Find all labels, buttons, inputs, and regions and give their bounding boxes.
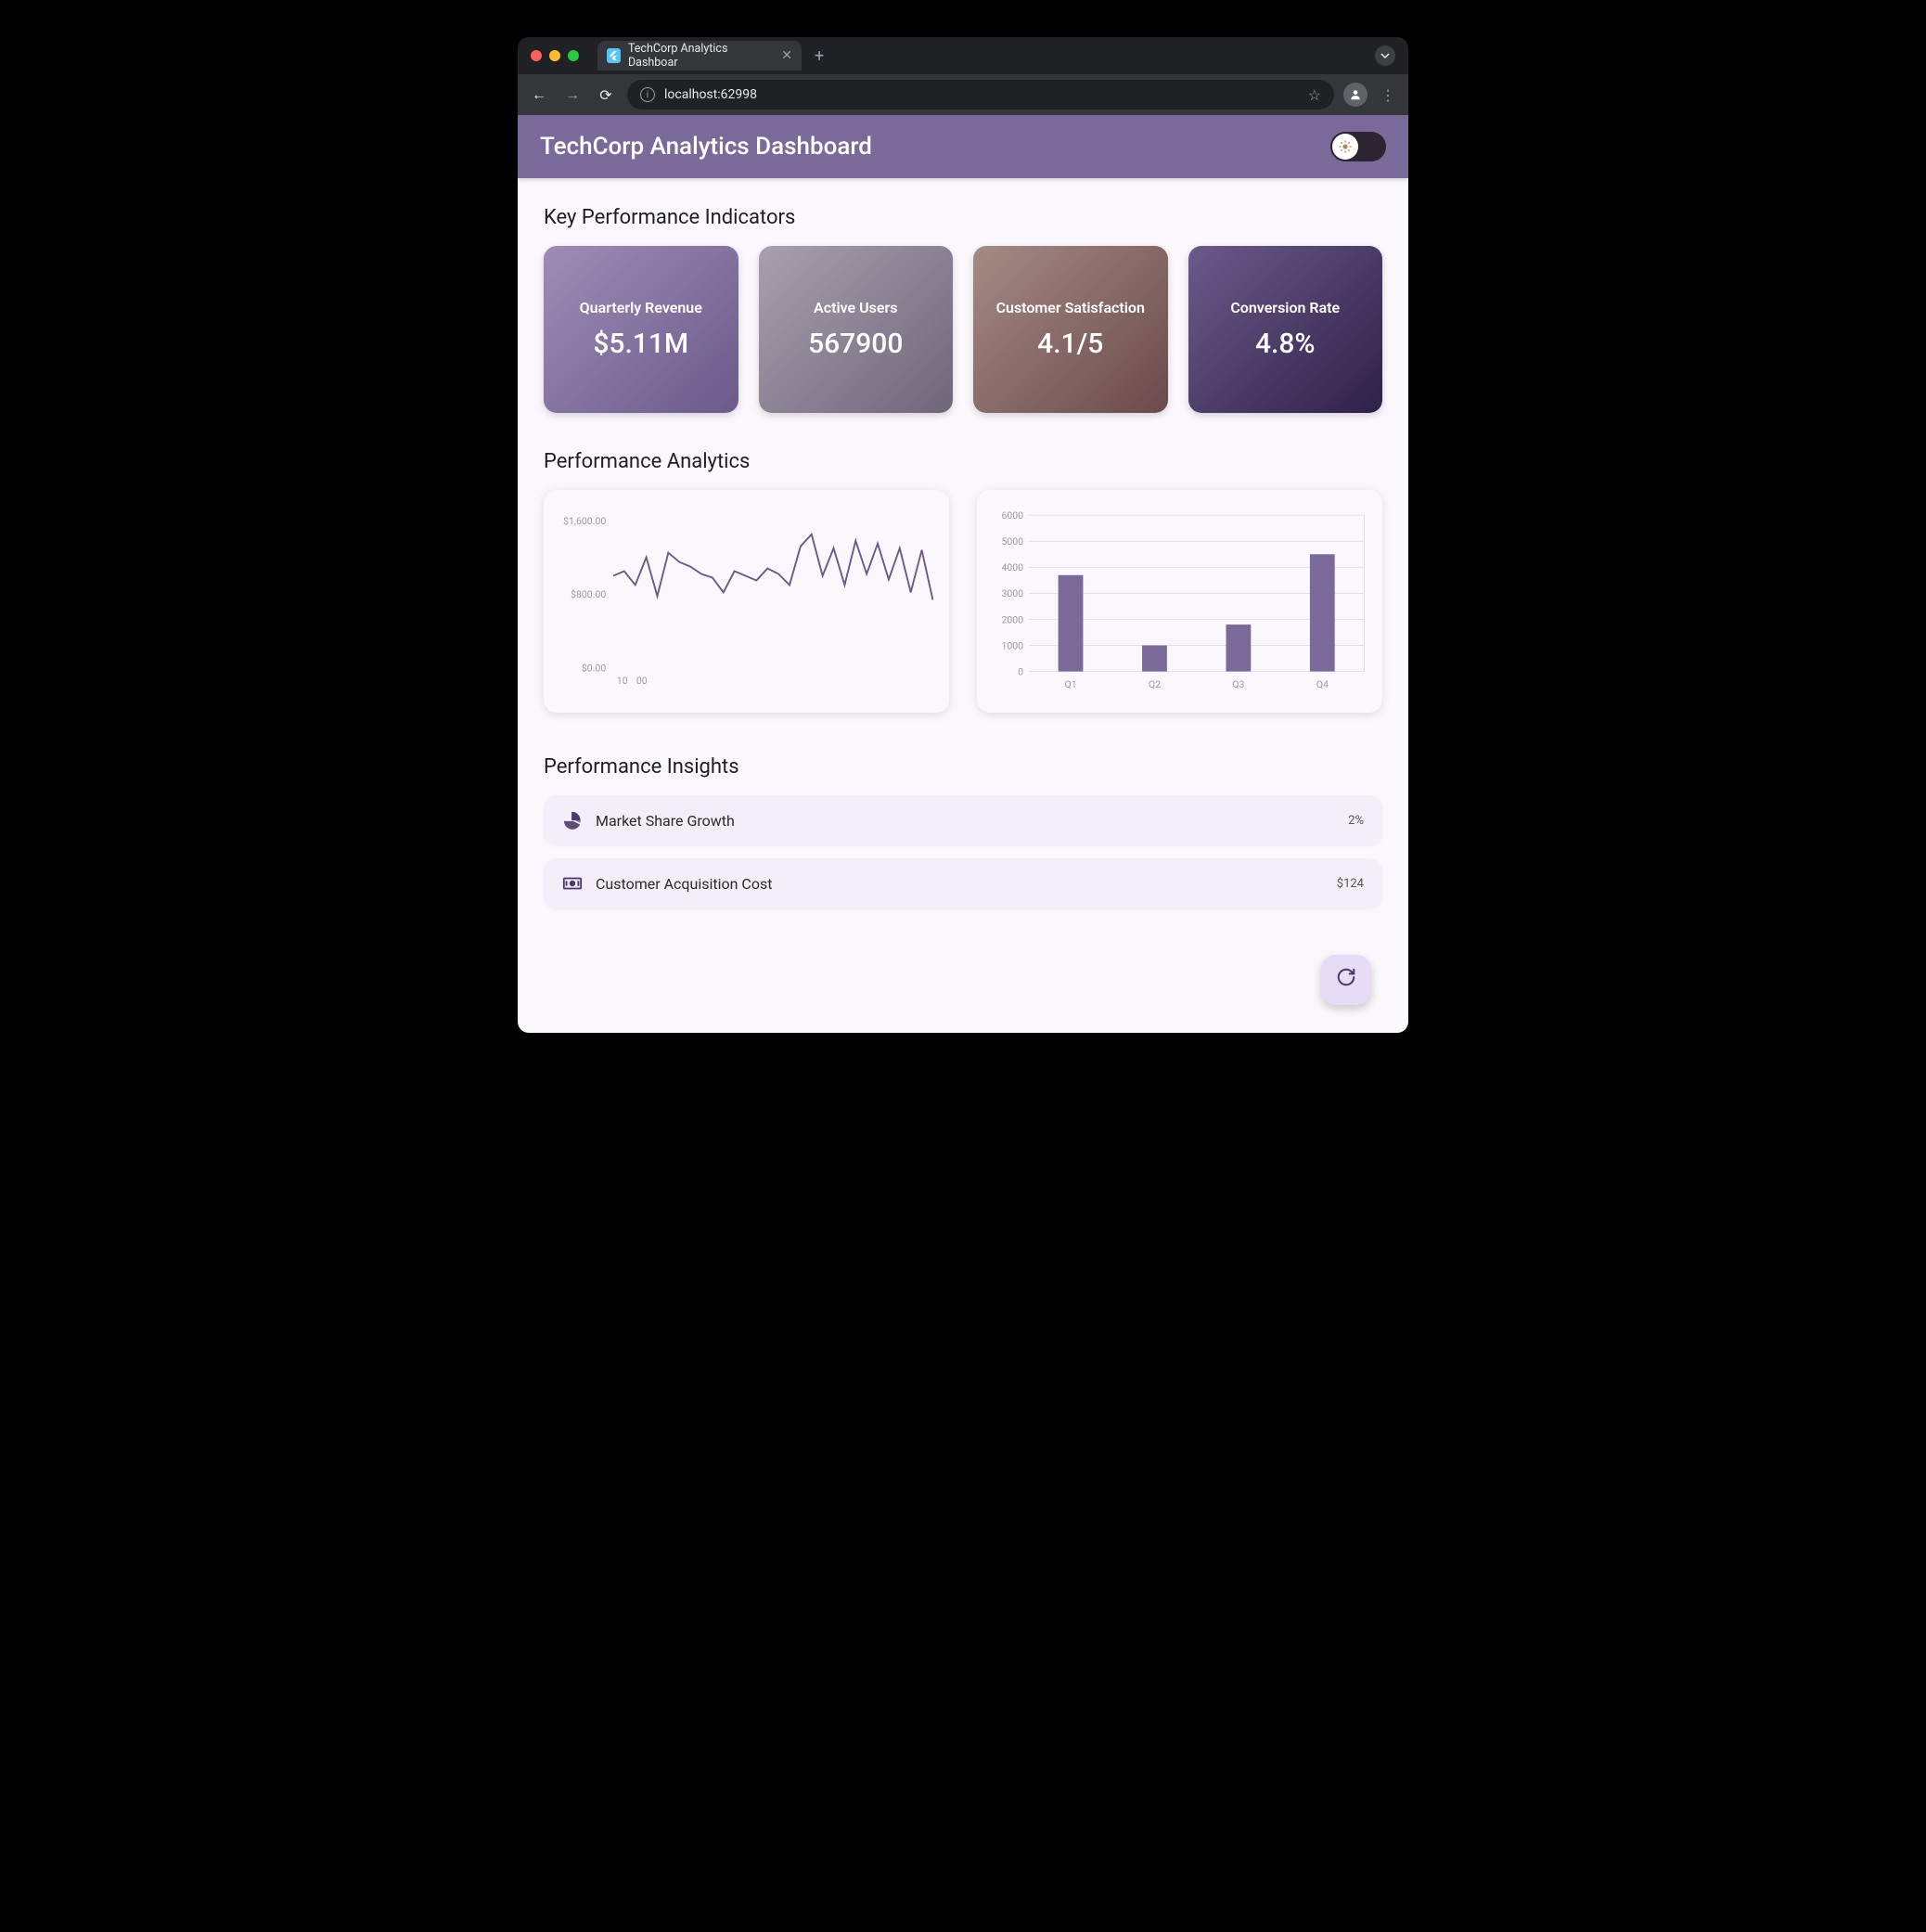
insights-section-title: Performance Insights (544, 755, 1382, 779)
svg-text:3000: 3000 (1001, 587, 1023, 599)
insight-value: $124 (1337, 877, 1364, 891)
analytics-section-title: Performance Analytics (544, 450, 1382, 473)
refresh-fab[interactable] (1321, 955, 1371, 1005)
browser-menu-button[interactable]: ⋮ (1377, 86, 1399, 104)
kpi-card-users[interactable]: Active Users 567900 (759, 246, 954, 413)
svg-text:Q2: Q2 (1149, 678, 1161, 690)
address-bar[interactable]: i localhost:62998 ☆ (627, 80, 1334, 109)
svg-text:00: 00 (636, 675, 648, 687)
refresh-icon (1336, 967, 1356, 993)
insight-value: 2% (1348, 814, 1364, 828)
svg-text:1000: 1000 (1001, 639, 1023, 651)
insight-label: Market Share Growth (596, 812, 1335, 830)
svg-text:0: 0 (1018, 665, 1023, 677)
svg-text:2000: 2000 (1001, 613, 1023, 625)
maximize-window-button[interactable] (568, 50, 579, 61)
tabs-dropdown-button[interactable] (1375, 45, 1395, 66)
back-button[interactable]: ← (527, 85, 551, 104)
browser-toolbar: ← → ⟳ i localhost:62998 ☆ ⋮ (518, 74, 1408, 115)
browser-tab-strip: TechCorp Analytics Dashboar ✕ + (518, 37, 1408, 74)
kpi-label: Conversion Rate (1230, 299, 1340, 318)
kpi-card-conversion[interactable]: Conversion Rate 4.8% (1188, 246, 1383, 413)
kpi-value: 567900 (808, 328, 903, 360)
app-title: TechCorp Analytics Dashboard (540, 133, 1330, 161)
theme-toggle[interactable] (1330, 132, 1386, 161)
svg-text:Q3: Q3 (1232, 678, 1244, 690)
kpi-label: Quarterly Revenue (580, 299, 702, 318)
sun-icon (1332, 134, 1358, 160)
kpi-row: Quarterly Revenue $5.11M Active Users 56… (544, 246, 1382, 413)
browser-tab[interactable]: TechCorp Analytics Dashboar ✕ (597, 41, 802, 71)
svg-text:4000: 4000 (1001, 561, 1023, 573)
svg-text:Q4: Q4 (1316, 678, 1329, 690)
profile-avatar-icon[interactable] (1343, 83, 1367, 107)
bar-chart: 0 1000 2000 3000 4000 5000 6000 Q1 Q2 Q3 Q4 (984, 503, 1375, 700)
bar-chart-card: 0 1000 2000 3000 4000 5000 6000 Q1 Q2 Q3 Q4 (977, 490, 1382, 713)
app-viewport: TechCorp Analytics Dashboard Key Perform… (518, 115, 1408, 1033)
svg-text:6000: 6000 (1001, 509, 1023, 522)
svg-text:$800.00: $800.00 (571, 588, 606, 600)
minimize-window-button[interactable] (549, 50, 560, 61)
kpi-value: 4.8% (1255, 328, 1316, 360)
kpi-section-title: Key Performance Indicators (544, 206, 1382, 229)
browser-window: TechCorp Analytics Dashboar ✕ + ← → ⟳ i … (518, 37, 1408, 1033)
kpi-label: Customer Satisfaction (996, 299, 1145, 318)
close-tab-icon[interactable]: ✕ (781, 48, 792, 63)
money-bill-icon (562, 873, 583, 894)
kpi-label: Active Users (814, 299, 897, 318)
line-chart: $0.00 $800.00 $1,600.00 10 00 (551, 503, 942, 700)
svg-text:Q1: Q1 (1064, 678, 1076, 690)
tab-title: TechCorp Analytics Dashboar (628, 42, 770, 70)
svg-text:5000: 5000 (1001, 535, 1023, 547)
line-chart-card: $0.00 $800.00 $1,600.00 10 00 (544, 490, 949, 713)
kpi-value: $5.11M (593, 328, 688, 360)
forward-button[interactable]: → (560, 85, 584, 104)
app-header: TechCorp Analytics Dashboard (518, 115, 1408, 178)
reload-button[interactable]: ⟳ (594, 86, 618, 104)
bookmark-star-icon[interactable]: ☆ (1308, 86, 1321, 104)
kpi-value: 4.1/5 (1037, 328, 1103, 360)
svg-text:$1,600.00: $1,600.00 (563, 515, 606, 527)
svg-text:$0.00: $0.00 (582, 663, 607, 675)
site-info-icon[interactable]: i (640, 87, 655, 102)
pie-chart-icon (562, 810, 583, 831)
flutter-favicon-icon (607, 48, 621, 63)
kpi-card-satisfaction[interactable]: Customer Satisfaction 4.1/5 (973, 246, 1168, 413)
close-window-button[interactable] (531, 50, 542, 61)
svg-text:10: 10 (617, 675, 628, 687)
charts-row: $0.00$800.00$1,600.001000 01000200030004… (544, 490, 1382, 713)
insight-card-cac[interactable]: Customer Acquisition Cost $124 (544, 858, 1382, 908)
content-area: Key Performance Indicators Quarterly Rev… (518, 178, 1408, 1033)
insight-card-market-share[interactable]: Market Share Growth 2% (544, 795, 1382, 845)
insight-label: Customer Acquisition Cost (596, 875, 1324, 893)
url-text: localhost:62998 (664, 87, 757, 102)
new-tab-button[interactable]: + (809, 46, 829, 66)
window-controls (527, 50, 579, 61)
kpi-card-revenue[interactable]: Quarterly Revenue $5.11M (544, 246, 738, 413)
